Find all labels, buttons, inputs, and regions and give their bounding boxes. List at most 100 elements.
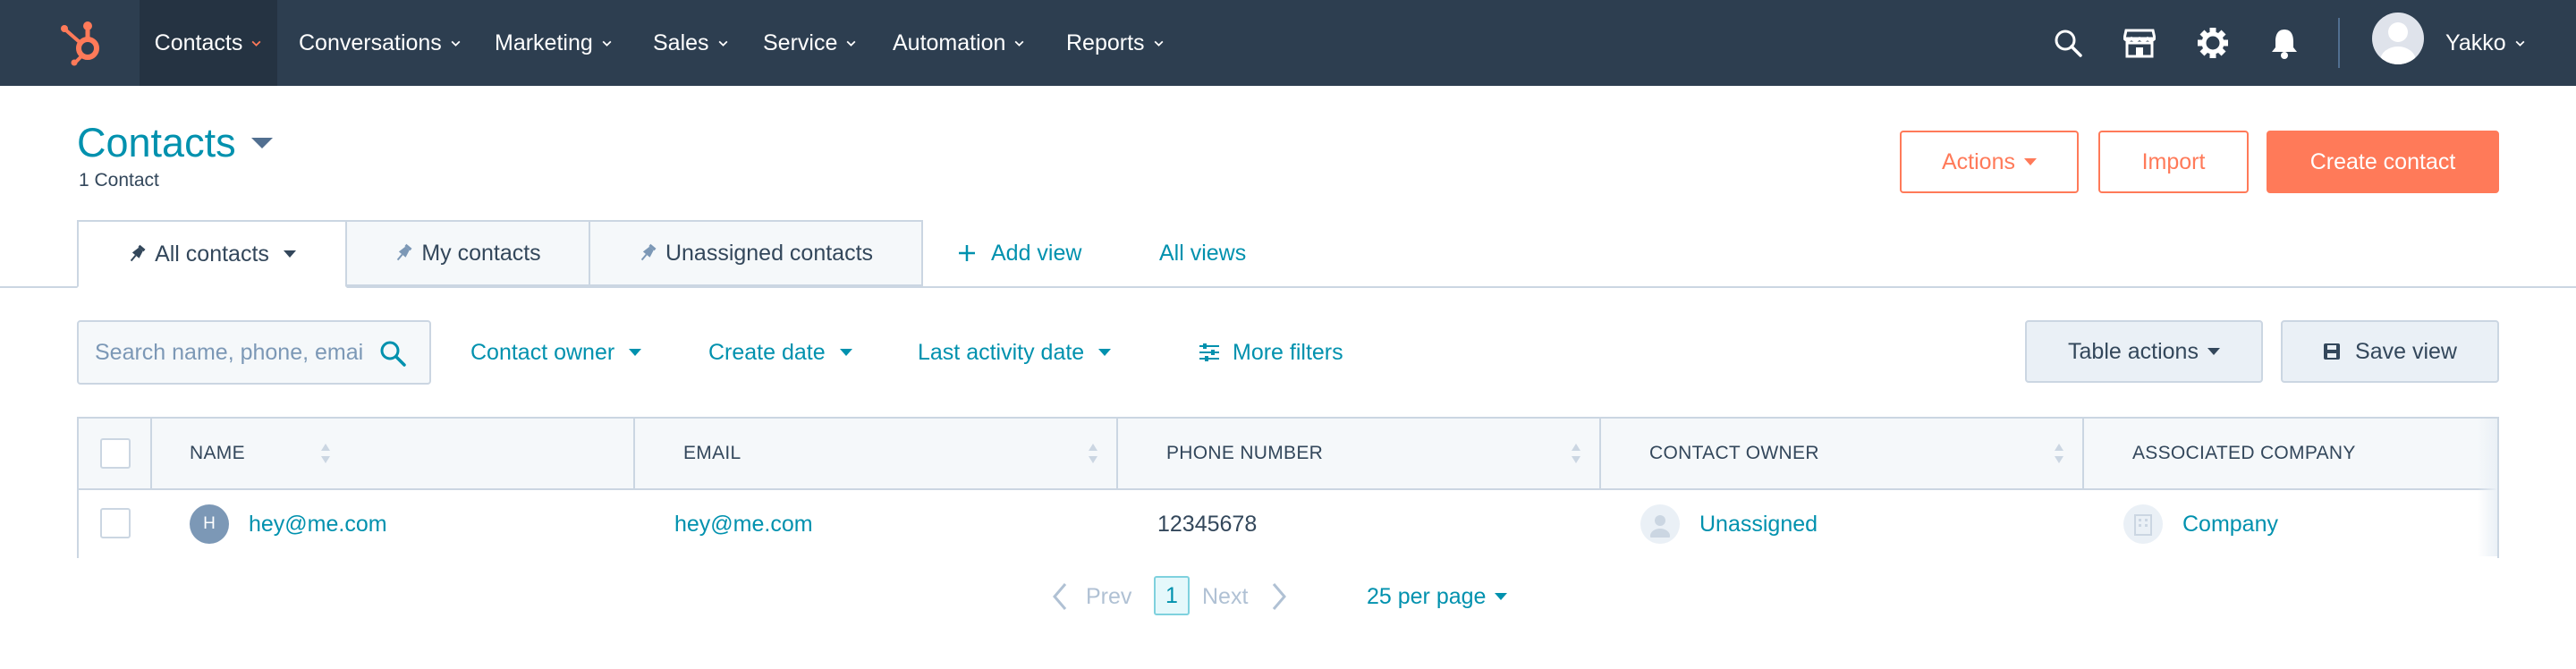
caret-down-icon: [2207, 348, 2220, 355]
contacts-table: NAME EMAIL PHONE NUMBER CONTACT OWNER AS…: [77, 417, 2499, 558]
column-header-label: CONTACT OWNER: [1649, 443, 1819, 463]
nav-item-label: Automation: [893, 30, 1006, 55]
chevron-down-icon: [251, 40, 261, 47]
import-button-label: Import: [2141, 148, 2206, 174]
import-button[interactable]: Import: [2098, 131, 2249, 193]
prev-page-button[interactable]: Prev: [1052, 571, 1131, 622]
caret-down-icon: [839, 349, 852, 356]
nav-item-reports[interactable]: Reports: [1066, 0, 1165, 86]
nav-item-marketing[interactable]: Marketing: [495, 0, 613, 86]
notifications-bell-icon[interactable]: [2265, 23, 2304, 63]
company-link[interactable]: Company: [2182, 512, 2278, 538]
nav-item-label: Conversations: [299, 30, 442, 55]
page-number-current[interactable]: 1: [1154, 576, 1190, 615]
owner-cell: Unassigned: [1640, 490, 1818, 558]
chevron-down-icon: [451, 40, 461, 47]
contact-name-link[interactable]: hey@me.com: [249, 512, 387, 538]
nav-item-contacts[interactable]: Contacts: [140, 0, 277, 86]
actions-button[interactable]: Actions: [1900, 131, 2079, 193]
create-contact-button[interactable]: Create contact: [2267, 131, 2499, 193]
settings-gear-icon[interactable]: [2193, 23, 2233, 63]
hubspot-logo[interactable]: [57, 20, 111, 66]
tab-unassigned-contacts[interactable]: Unassigned contacts: [589, 220, 923, 286]
nav-item-sales[interactable]: Sales: [653, 0, 729, 86]
search-icon[interactable]: [379, 340, 406, 367]
column-header-label: ASSOCIATED COMPANY: [2132, 443, 2356, 463]
chevron-down-icon: [1015, 40, 1024, 47]
tab-label: Unassigned contacts: [665, 240, 874, 266]
nav-item-automation[interactable]: Automation: [893, 0, 1025, 86]
name-cell: H hey@me.com: [190, 490, 387, 558]
per-page-dropdown[interactable]: 25 per page: [1367, 571, 1508, 622]
search-input[interactable]: [95, 339, 363, 366]
select-all-cell: [79, 419, 152, 488]
contact-owner-filter[interactable]: Contact owner: [470, 320, 642, 385]
add-view-label: Add view: [991, 240, 1082, 266]
per-page-label: 25 per page: [1367, 583, 1487, 609]
caret-down-icon: [250, 138, 273, 148]
table-actions-button[interactable]: Table actions: [2025, 320, 2263, 383]
email-cell: hey@me.com: [674, 490, 813, 558]
phone-cell: 12345678: [1157, 490, 1257, 558]
user-name: Yakko: [2445, 30, 2506, 55]
nav-item-label: Sales: [653, 30, 709, 55]
top-navigation-bar: Contacts Conversations Marketing Sales S…: [0, 0, 2576, 86]
search-icon[interactable]: [2048, 23, 2088, 63]
all-views-label: All views: [1159, 240, 1247, 266]
tab-my-contacts[interactable]: My contacts: [345, 220, 590, 286]
nav-item-conversations[interactable]: Conversations: [299, 0, 462, 86]
table-actions-label: Table actions: [2068, 338, 2199, 364]
next-page-button[interactable]: Next: [1202, 571, 1287, 622]
row-checkbox[interactable]: [100, 508, 131, 538]
filter-label: Last activity date: [918, 339, 1085, 365]
pin-icon: [130, 244, 146, 262]
user-menu[interactable]: Yakko: [2445, 0, 2526, 86]
column-header-associated-company[interactable]: ASSOCIATED COMPANY: [2084, 419, 2497, 488]
more-filters-button[interactable]: More filters: [1199, 320, 1343, 385]
caret-down-icon: [283, 250, 296, 258]
create-date-filter[interactable]: Create date: [708, 320, 852, 385]
column-header-label: PHONE NUMBER: [1166, 443, 1324, 463]
company-cell: Company: [2123, 490, 2278, 558]
contact-avatar: H: [190, 504, 229, 544]
select-all-checkbox[interactable]: [100, 438, 131, 469]
column-header-email[interactable]: EMAIL: [635, 419, 1118, 488]
sort-icon: [1089, 444, 1097, 463]
column-header-phone-number[interactable]: PHONE NUMBER: [1118, 419, 1601, 488]
phone-number: 12345678: [1157, 511, 1258, 537]
column-header-contact-owner[interactable]: CONTACT OWNER: [1601, 419, 2084, 488]
chevron-down-icon: [718, 40, 727, 47]
prev-label: Prev: [1086, 583, 1132, 609]
chevron-left-icon: [1053, 583, 1067, 610]
chevron-down-icon: [846, 40, 856, 47]
add-view-button[interactable]: Add view: [957, 220, 1081, 286]
column-header-name[interactable]: NAME: [152, 419, 635, 488]
page-title-dropdown[interactable]: Contacts: [77, 120, 274, 166]
nav-divider: [2338, 18, 2340, 68]
table-header: NAME EMAIL PHONE NUMBER CONTACT OWNER AS…: [79, 419, 2497, 490]
more-filters-label: More filters: [1233, 339, 1343, 365]
all-views-link[interactable]: All views: [1159, 220, 1246, 286]
tabs-divider: [0, 286, 2576, 288]
company-building-icon: [2123, 504, 2163, 544]
owner-link[interactable]: Unassigned: [1699, 512, 1818, 538]
page-title: Contacts: [77, 120, 236, 165]
nav-item-label: Reports: [1066, 30, 1145, 55]
nav-item-label: Service: [763, 30, 838, 55]
column-header-label: EMAIL: [683, 443, 741, 463]
user-avatar[interactable]: [2372, 13, 2424, 64]
nav-item-service[interactable]: Service: [763, 0, 857, 86]
sort-icon: [321, 444, 330, 463]
save-view-button[interactable]: Save view: [2281, 320, 2499, 383]
marketplace-icon[interactable]: [2120, 23, 2159, 63]
tab-all-contacts[interactable]: All contacts: [77, 220, 347, 288]
row-select-cell: [79, 490, 152, 558]
actions-button-label: Actions: [1942, 148, 2015, 174]
record-count: 1 Contact: [79, 170, 159, 191]
email-link[interactable]: hey@me.com: [674, 512, 813, 538]
caret-down-icon: [1098, 349, 1112, 356]
last-activity-date-filter[interactable]: Last activity date: [918, 320, 1112, 385]
tab-label: My contacts: [421, 240, 541, 266]
filter-label: Create date: [708, 339, 826, 365]
owner-avatar-icon: [1640, 504, 1680, 544]
